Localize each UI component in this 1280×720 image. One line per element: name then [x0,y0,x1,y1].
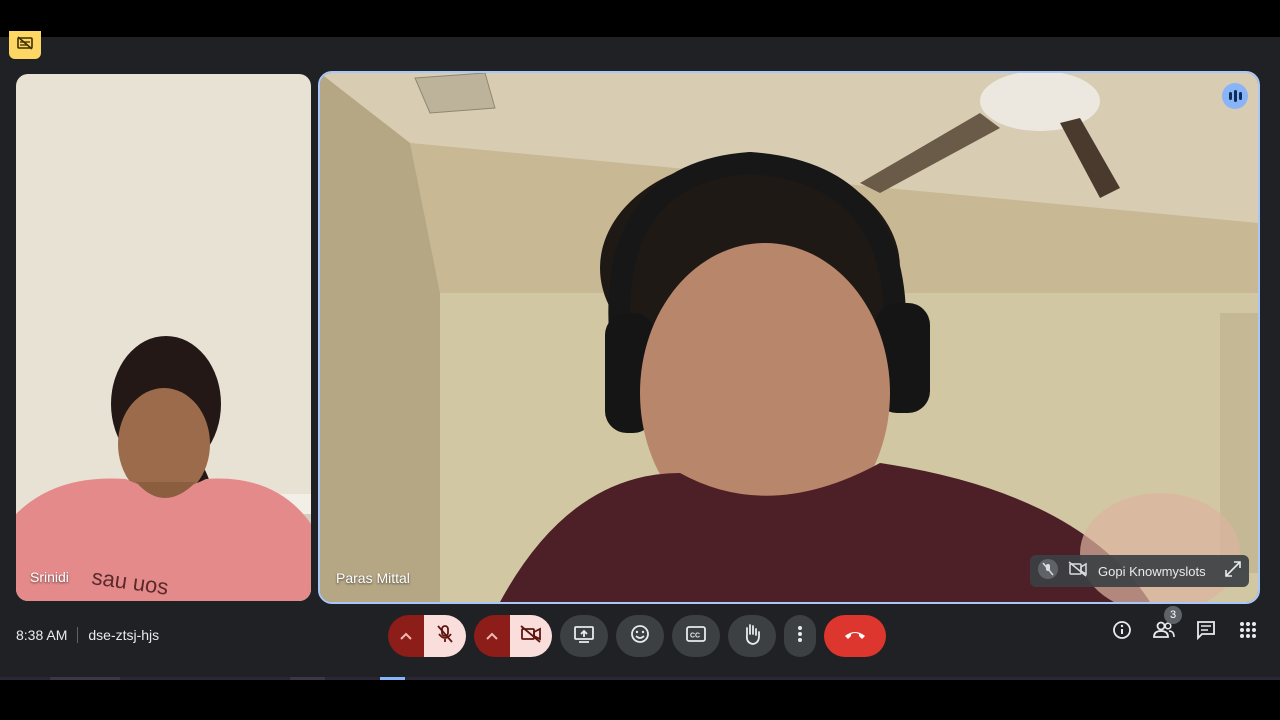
call-controls: CC [388,615,886,657]
participant-video-srinidi: sau uos [16,74,311,601]
present-button[interactable] [560,615,608,657]
activities-icon [1239,621,1257,644]
participant-name-label: Srinidi [30,569,69,585]
present-screen-icon [573,625,595,648]
taskbar-segment [290,677,325,680]
end-call-icon [843,627,867,645]
captions-button[interactable]: CC [672,615,720,657]
chat-button[interactable] [1194,620,1218,644]
captions-icon: CC [686,625,706,647]
taskbar-strip [0,677,1280,680]
info-icon [1112,620,1132,645]
bottom-black-bar [0,677,1280,720]
current-time: 8:38 AM [16,627,68,643]
emoji-icon [630,624,650,649]
camera-control-group [474,615,552,657]
divider [77,627,79,643]
svg-text:CC: CC [690,632,700,639]
self-view-minimized[interactable]: Gopi Knowmyslots [1030,555,1249,587]
top-black-bar [0,0,1280,37]
people-button[interactable]: 3 [1152,606,1182,644]
mic-toggle-button[interactable] [424,615,466,657]
camera-toggle-button[interactable] [510,615,552,657]
side-panel-buttons: 3 [1110,606,1260,644]
participant-name-label: Paras Mittal [336,570,410,586]
recording-badge[interactable] [9,31,41,59]
activities-button[interactable] [1236,620,1260,644]
emoji-reaction-button[interactable] [616,615,664,657]
more-options-button[interactable] [784,615,816,657]
meeting-details: 8:38 AM dse-ztsj-hjs [16,627,159,643]
end-call-button[interactable] [824,615,886,657]
taskbar-segment-active [380,677,405,680]
video-options-button[interactable] [474,615,510,657]
expand-icon[interactable] [1225,560,1241,582]
camera-off-icon [1068,560,1088,582]
mic-control-group [388,615,466,657]
raise-hand-button[interactable] [728,615,776,657]
mic-off-icon [1038,558,1058,584]
self-name-label: Gopi Knowmyslots [1098,563,1206,579]
more-options-icon [798,625,802,647]
chat-icon [1196,620,1216,645]
people-count-badge: 3 [1164,606,1182,624]
chevron-up-icon [400,627,412,645]
camera-off-icon [520,624,542,648]
chevron-up-icon [486,627,498,645]
meeting-info-button[interactable] [1110,620,1134,644]
participant-tile-left[interactable]: sau uos Srinidi [16,74,311,601]
no-recording-icon [17,35,33,55]
taskbar-segment [50,677,120,680]
audio-options-button[interactable] [388,615,424,657]
meeting-code: dse-ztsj-hjs [88,627,160,643]
mic-off-icon [435,624,455,649]
speaking-indicator [1222,83,1248,109]
participant-tile-main[interactable]: Paras Mittal [318,71,1260,604]
raise-hand-icon [742,623,762,650]
participant-video-paras [320,73,1258,602]
